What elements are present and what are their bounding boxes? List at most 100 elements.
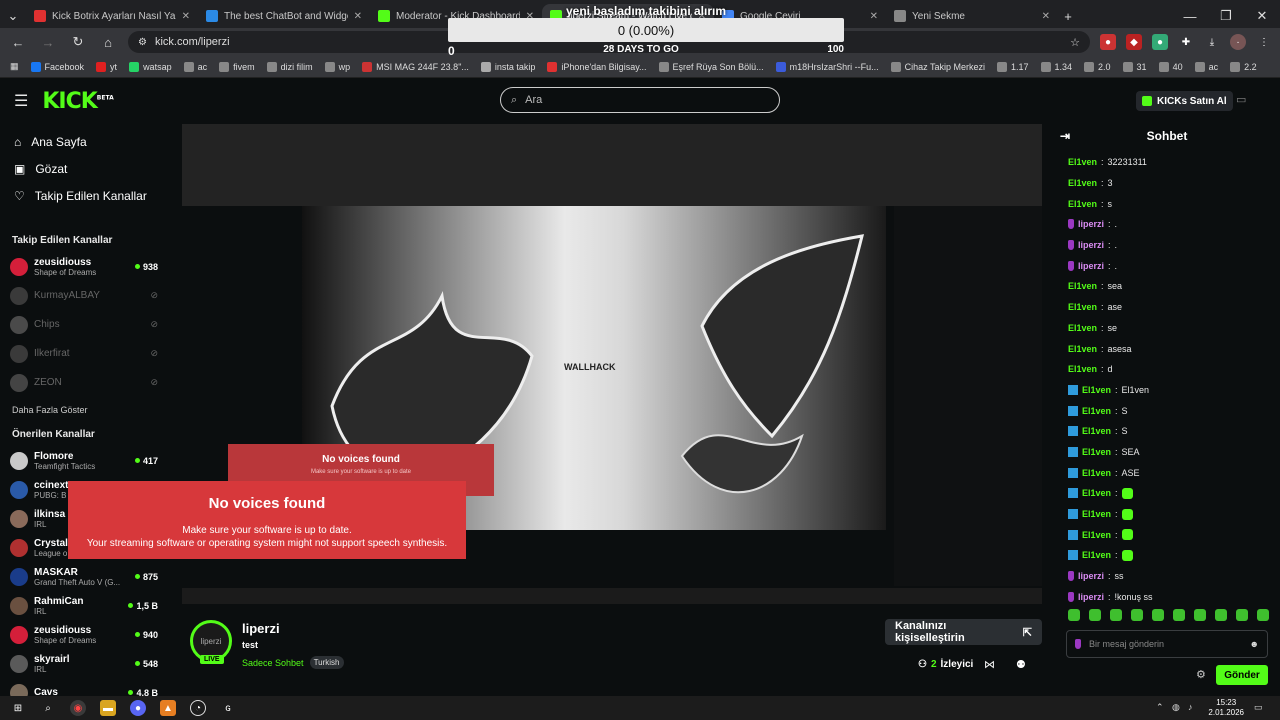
- nav-browse[interactable]: ▣ Gözat: [0, 155, 168, 182]
- chat-username[interactable]: El1ven: [1082, 550, 1111, 560]
- channel-item[interactable]: Flomore Teamfight Tactics 417: [0, 446, 168, 475]
- channel-item[interactable]: ZEON ⊘: [0, 368, 168, 397]
- notification-icon[interactable]: ▭: [1254, 702, 1263, 713]
- channel-item[interactable]: zeusidiouss Shape of Dreams 940: [0, 620, 168, 649]
- bookmark-item[interactable]: dizi filim: [266, 61, 313, 72]
- channel-item[interactable]: skyrairl IRL 548: [0, 649, 168, 678]
- chat-username[interactable]: liperzi: [1078, 592, 1104, 602]
- streamer-name[interactable]: liperzi: [242, 621, 280, 636]
- bookmark-item[interactable]: yt: [96, 61, 117, 72]
- close-window-icon[interactable]: ✕: [1244, 4, 1280, 28]
- chrome-menu-icon[interactable]: ⋮: [1256, 34, 1272, 50]
- download-icon[interactable]: ⤓: [1204, 34, 1220, 50]
- channel-item[interactable]: RahmiCan IRL 1,5 B: [0, 591, 168, 620]
- app-icon[interactable]: ▲: [160, 700, 176, 716]
- channel-item[interactable]: KurmayALBAY ⊘: [0, 281, 168, 310]
- emote-icon[interactable]: [1131, 609, 1143, 621]
- bookmark-item[interactable]: 1.34: [1040, 61, 1072, 72]
- bookmark-item[interactable]: 40: [1158, 61, 1183, 72]
- obs-icon[interactable]: ◔: [190, 700, 206, 716]
- chat-username[interactable]: El1ven: [1082, 426, 1111, 436]
- emoji-icon[interactable]: ☻: [1250, 639, 1259, 649]
- channel-item[interactable]: Cavs 4,8 B: [0, 678, 168, 696]
- reload-icon[interactable]: ↻: [68, 32, 88, 52]
- channel-item[interactable]: MASKAR Grand Theft Auto V (G... 875: [0, 562, 168, 591]
- emote-icon[interactable]: [1194, 609, 1206, 621]
- bookmark-star-icon[interactable]: ☆: [1070, 36, 1080, 49]
- new-tab-button[interactable]: +: [1058, 4, 1078, 28]
- tray-chevron-icon[interactable]: ⌃: [1156, 702, 1164, 713]
- kick-logo[interactable]: KICKBETA: [42, 89, 113, 114]
- profile-avatar[interactable]: ·: [1230, 34, 1246, 50]
- tab-close-icon[interactable]: ✕: [1042, 11, 1050, 22]
- chat-username[interactable]: liperzi: [1078, 240, 1104, 250]
- discord-icon[interactable]: ●: [130, 700, 146, 716]
- clock[interactable]: 15:23 2.01.2026: [1208, 698, 1244, 718]
- bookmark-item[interactable]: m18HrsIzarShri --Fu...: [775, 61, 879, 72]
- chat-username[interactable]: El1ven: [1068, 157, 1097, 167]
- bookmark-item[interactable]: 31: [1122, 61, 1147, 72]
- tab-search-icon[interactable]: ⌄: [0, 4, 26, 28]
- browser-tab[interactable]: Yeni Sekme ✕: [886, 4, 1058, 28]
- tab-close-icon[interactable]: ✕: [870, 11, 878, 22]
- channel-item[interactable]: Chips ⊘: [0, 310, 168, 339]
- chrome-icon[interactable]: ◉: [70, 700, 86, 716]
- bookmark-item[interactable]: Eşref Rüya Son Bölü...: [658, 61, 764, 72]
- bookmark-item[interactable]: wp: [324, 61, 350, 72]
- customize-channel-button[interactable]: Kanalınızı kişiselleştirin ⇱: [885, 619, 1042, 645]
- folder-icon[interactable]: ▬: [100, 700, 116, 716]
- language-tag[interactable]: Turkish: [309, 656, 344, 669]
- volume-icon[interactable]: ♪: [1188, 702, 1193, 712]
- nav-following[interactable]: ♡ Takip Edilen Kanallar: [0, 182, 168, 209]
- chat-username[interactable]: El1ven: [1082, 488, 1111, 498]
- chat-username[interactable]: El1ven: [1082, 406, 1111, 416]
- menu-icon[interactable]: ☰: [14, 91, 28, 111]
- chat-settings-icon[interactable]: ⚙: [1196, 668, 1206, 681]
- emote-icon[interactable]: [1173, 609, 1185, 621]
- chat-username[interactable]: El1ven: [1082, 530, 1111, 540]
- browser-tab[interactable]: Kick Botrix Ayarları Nasıl Yapılır ✕: [26, 4, 198, 28]
- home-icon[interactable]: ⌂: [98, 32, 118, 52]
- bookmark-item[interactable]: iPhone'dan Bilgisay...: [547, 61, 647, 72]
- chat-username[interactable]: liperzi: [1078, 261, 1104, 271]
- bookmark-item[interactable]: 2.0: [1084, 61, 1111, 72]
- bookmark-item[interactable]: Cihaz Takip Merkezi: [890, 61, 985, 72]
- chat-username[interactable]: El1ven: [1068, 178, 1097, 188]
- chat-username[interactable]: El1ven: [1068, 302, 1097, 312]
- add-user-icon[interactable]: ⚉: [1016, 658, 1026, 671]
- bookmark-item[interactable]: ac: [1194, 61, 1218, 72]
- minimize-icon[interactable]: —: [1172, 4, 1208, 28]
- site-info-icon[interactable]: ⚙: [138, 37, 147, 48]
- buy-kicks-button[interactable]: KICKs Satın Al: [1136, 91, 1233, 111]
- bookmark-item[interactable]: insta takip: [480, 61, 535, 72]
- send-button[interactable]: Gönder: [1216, 665, 1268, 685]
- bookmark-item[interactable]: 2.2: [1230, 61, 1257, 72]
- emote-icon[interactable]: [1068, 609, 1080, 621]
- emote-icon[interactable]: [1236, 609, 1248, 621]
- restore-icon[interactable]: ❐: [1208, 4, 1244, 28]
- share-icon[interactable]: ⋈: [984, 658, 995, 671]
- bookmark-item[interactable]: ac: [183, 61, 207, 72]
- nav-home[interactable]: ⌂ Ana Sayfa: [0, 128, 168, 155]
- gift-icon[interactable]: ▭: [1236, 93, 1246, 106]
- bookmark-item[interactable]: Facebook: [30, 61, 84, 72]
- show-more-link[interactable]: Daha Fazla Göster: [0, 397, 168, 423]
- app-icon[interactable]: ɢ: [220, 700, 236, 716]
- tab-close-icon[interactable]: ✕: [354, 11, 362, 22]
- emote-icon[interactable]: [1089, 609, 1101, 621]
- search-icon[interactable]: ⌕: [40, 700, 56, 716]
- channel-item[interactable]: İlkerfirat ⊘: [0, 339, 168, 368]
- chat-username[interactable]: El1ven: [1082, 468, 1111, 478]
- chat-username[interactable]: El1ven: [1082, 385, 1111, 395]
- chat-username[interactable]: El1ven: [1068, 199, 1097, 209]
- chat-username[interactable]: liperzi: [1078, 219, 1104, 229]
- bookmark-item[interactable]: fivem: [219, 61, 255, 72]
- extensions-puzzle-icon[interactable]: ✚: [1178, 34, 1194, 50]
- extension-icon[interactable]: ●: [1152, 34, 1168, 50]
- chat-username[interactable]: liperzi: [1078, 571, 1104, 581]
- extension-icon[interactable]: ●: [1100, 34, 1116, 50]
- chat-username[interactable]: El1ven: [1082, 447, 1111, 457]
- back-icon[interactable]: ←: [8, 32, 28, 52]
- apps-icon[interactable]: ▦: [10, 61, 19, 72]
- channel-item[interactable]: zeusidiouss Shape of Dreams 938: [0, 252, 168, 281]
